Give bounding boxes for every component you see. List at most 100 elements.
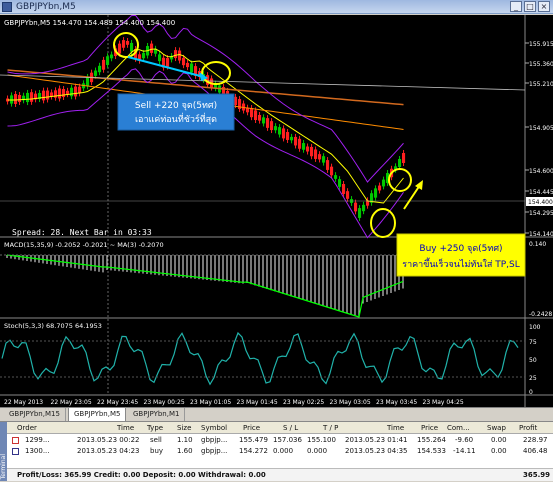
candle-body: [106, 56, 110, 65]
table-row[interactable]: 1300... 2013.05.23 04:23 buy 1.60 gbpjp.…: [7, 446, 553, 457]
candle-body: [294, 136, 298, 146]
row-swap: 0.00: [491, 436, 507, 444]
candle-body: [46, 90, 50, 100]
candle-body: [302, 143, 306, 150]
candle-body: [110, 54, 114, 59]
col-tp[interactable]: T / P: [323, 422, 338, 434]
row-symbol: gbpjp...: [201, 447, 228, 455]
price-chart-svg[interactable]: 155.915 155.360 155.210 154.905 154.600 154.4…: [0, 14, 553, 407]
candle-body: [326, 160, 330, 170]
candle-body: [262, 117, 266, 124]
stoch-tick-label: 0: [529, 389, 533, 396]
candle-body: [402, 153, 406, 163]
candle-body: [74, 86, 78, 97]
current-price-label: 154.400: [528, 199, 553, 206]
row-tp: 155.100: [307, 436, 336, 444]
price-tick-label: 154.905: [529, 125, 553, 132]
sell-exit-circle: [201, 61, 231, 85]
row-type: sell: [150, 436, 162, 444]
candle-body: [26, 92, 30, 103]
col-symbol[interactable]: Symbol: [201, 422, 227, 434]
stoch-tick-label: 50: [529, 357, 537, 364]
sell-annotation-line1: Sell +220 จุด(5ทศ): [135, 101, 217, 111]
col-swap[interactable]: Swap: [487, 422, 506, 434]
stoch-tick-label: 25: [529, 375, 537, 382]
candle-body: [298, 138, 302, 149]
price-tick-label: 155.210: [529, 81, 553, 88]
main-plot: [0, 14, 526, 239]
row-profit: 228.97: [523, 436, 548, 444]
candle-body: [382, 179, 386, 187]
candle-body: [282, 128, 286, 139]
candle-body: [190, 63, 194, 73]
row-swap: 0.00: [491, 447, 507, 455]
table-row[interactable]: 1299... 2013.05.23 00:22 sell 1.10 gbpjp…: [7, 435, 553, 446]
mt4-window: GBPJPYbn,M5 _ □ × 155.915 155.360 155.210 1…: [0, 0, 553, 481]
row-close-time: 2013.05.23 01:41: [345, 436, 408, 444]
time-axis-label: 23 May 01:45: [237, 399, 278, 406]
chart-header: GBPJPYbn,M5 154.470 154.489 154.400 154.…: [4, 19, 175, 27]
candle-body: [66, 90, 70, 95]
maximize-button[interactable]: □: [524, 1, 536, 12]
chart-area[interactable]: 155.915 155.360 155.210 154.905 154.600 154.4…: [0, 14, 553, 407]
price-tick-label: 154.445: [529, 189, 553, 196]
stoch-label: Stoch(5,3,3) 68.7075 64.1953: [4, 322, 102, 330]
candle-body: [278, 127, 282, 135]
col-close-price[interactable]: Price: [421, 422, 438, 434]
candle-body: [78, 86, 82, 94]
candle-body: [126, 40, 130, 45]
candle-body: [330, 166, 334, 176]
col-order[interactable]: Order: [17, 422, 37, 434]
chart-window-icon: [2, 2, 12, 12]
candle-body: [310, 146, 314, 157]
tab-gbpjpy-m1[interactable]: GBPJPYbn,M1: [128, 408, 186, 421]
candle-body: [306, 146, 310, 152]
price-tick-label: 154.600: [529, 168, 553, 175]
minimize-button[interactable]: _: [510, 1, 522, 12]
candle-body: [346, 191, 350, 199]
candle-body: [150, 43, 154, 53]
stoch-tick-label: 75: [529, 339, 537, 346]
col-commission[interactable]: Com...: [447, 422, 470, 434]
col-sl[interactable]: S / L: [283, 422, 298, 434]
col-price[interactable]: Price: [243, 422, 260, 434]
col-type[interactable]: Type: [147, 422, 163, 434]
candle-body: [314, 149, 318, 159]
profit-loss-summary: Profit/Loss: 365.99 Credit: 0.00 Deposit…: [7, 468, 553, 481]
candle-body: [286, 132, 290, 140]
row-size: 1.60: [177, 447, 193, 455]
buy-entry-circle: [370, 208, 396, 238]
row-price: 154.272: [239, 447, 268, 455]
macd-label: MACD(15,35,9) -0.2052 -0.2021 ~ MA(3) -0…: [4, 241, 164, 249]
candle-body: [158, 54, 162, 62]
tab-gbpjpy-m15[interactable]: GBPJPYbn,M15: [4, 408, 66, 421]
candle-body: [274, 126, 278, 131]
candle-body: [18, 94, 22, 103]
candle-body: [94, 70, 98, 76]
macd-tick-label: 0.140: [529, 241, 546, 248]
row-sl: 0.000: [273, 447, 294, 455]
sell-order-icon: [12, 437, 19, 444]
tab-gbpjpy-m5[interactable]: GBPJPYbn,M5: [68, 407, 127, 422]
col-size[interactable]: Size: [177, 422, 191, 434]
col-close-time[interactable]: Time: [387, 422, 404, 434]
row-commission: -9.60: [455, 436, 474, 444]
buy-arrow-head: [415, 180, 423, 190]
candle-body: [358, 208, 362, 218]
chart-titlebar[interactable]: GBPJPYbn,M5 _ □ ×: [0, 0, 553, 14]
row-price: 155.479: [239, 436, 268, 444]
close-button[interactable]: ×: [538, 1, 550, 12]
candle-body: [62, 89, 66, 97]
col-profit[interactable]: Profit: [519, 422, 537, 434]
col-time[interactable]: Time: [117, 422, 134, 434]
candle-body: [290, 136, 294, 141]
price-tick-label: 155.915: [529, 41, 553, 48]
row-profit: 406.48: [523, 447, 548, 455]
row-symbol: gbpjp...: [201, 436, 228, 444]
candle-body: [342, 184, 346, 194]
candle-body: [322, 156, 326, 163]
row-time: 2013.05.23 00:22: [77, 436, 140, 444]
candle-body: [186, 62, 190, 68]
row-commission: -14.11: [453, 447, 476, 455]
candle-body: [102, 59, 106, 70]
